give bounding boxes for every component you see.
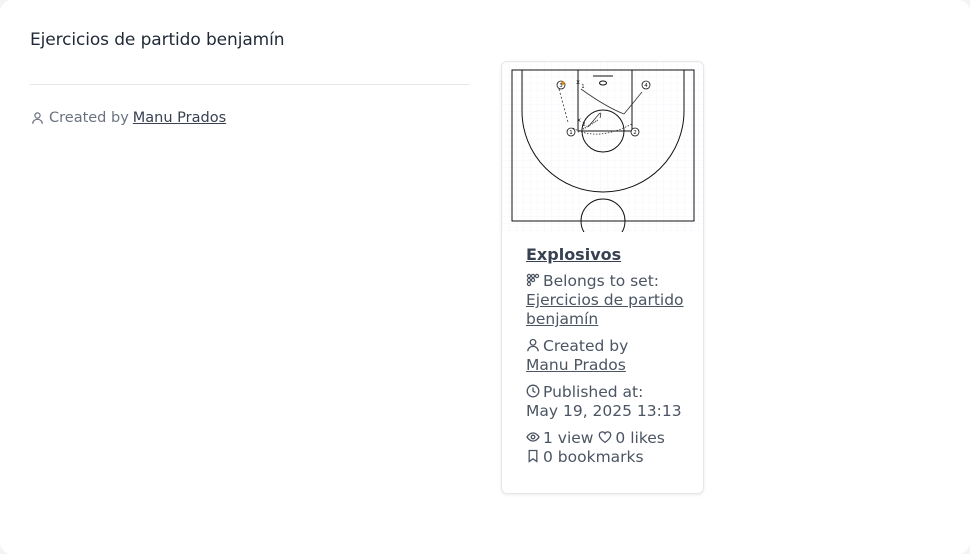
bookmark-icon: [528, 449, 538, 463]
svg-text:2: 2: [582, 122, 585, 128]
court-marker: 4: [644, 83, 648, 89]
published-date: May 19, 2025 13:13: [526, 402, 682, 420]
views-stat: 1 view: [526, 429, 598, 447]
published-label: Published at:: [543, 383, 644, 401]
likes-count: 0 likes: [615, 429, 665, 447]
created-by-label: Created by: [49, 110, 129, 126]
card-body: Explosivos Belongs to set: Ejercicios de…: [526, 245, 696, 467]
svg-text:1: 1: [581, 84, 584, 90]
eye-icon: [526, 432, 540, 442]
court-diagram[interactable]: x1 x2 3 4 1 2: [502, 62, 704, 232]
court-marker: 3: [559, 83, 563, 89]
creator-link[interactable]: Manu Prados: [133, 110, 226, 126]
set-membership: Belongs to set: Ejercicios de partido be…: [526, 272, 696, 329]
created-by-label: Created by: [543, 337, 629, 355]
set-link[interactable]: Ejercicios de partido benjamín: [526, 291, 684, 328]
clock-icon: [526, 384, 540, 398]
grid-icon: [526, 273, 540, 287]
published-info: Published at: May 19, 2025 13:13: [526, 383, 696, 421]
card-creator: Created by Manu Prados: [526, 337, 696, 375]
views-count: 1 view: [543, 429, 594, 447]
court-marker: 2: [633, 130, 637, 136]
drill-card[interactable]: x1 x2 3 4 1 2 Explosivos Belongs to set:…: [501, 61, 704, 494]
user-icon: [527, 338, 539, 352]
drill-title-link[interactable]: Explosivos: [526, 245, 696, 264]
creator-link[interactable]: Manu Prados: [526, 356, 626, 374]
svg-text:x: x: [576, 78, 580, 86]
card-stats: 1 view 0 likes 0 bookmarks: [526, 429, 696, 467]
user-icon: [32, 112, 43, 124]
svg-text:x: x: [577, 116, 581, 124]
belongs-label: Belongs to set:: [543, 272, 660, 290]
likes-stat[interactable]: 0 likes: [598, 429, 665, 447]
bookmarks-count: 0 bookmarks: [543, 448, 644, 466]
heart-icon: [599, 431, 612, 444]
set-title: Ejercicios de partido benjamín: [30, 30, 285, 50]
set-creator-row: Created by Manu Prados: [31, 110, 226, 126]
divider: [30, 84, 470, 85]
bookmarks-stat[interactable]: 0 bookmarks: [526, 448, 644, 466]
set-panel: Ejercicios de partido benjamín Created b…: [0, 0, 970, 554]
court-marker: 1: [569, 130, 573, 136]
